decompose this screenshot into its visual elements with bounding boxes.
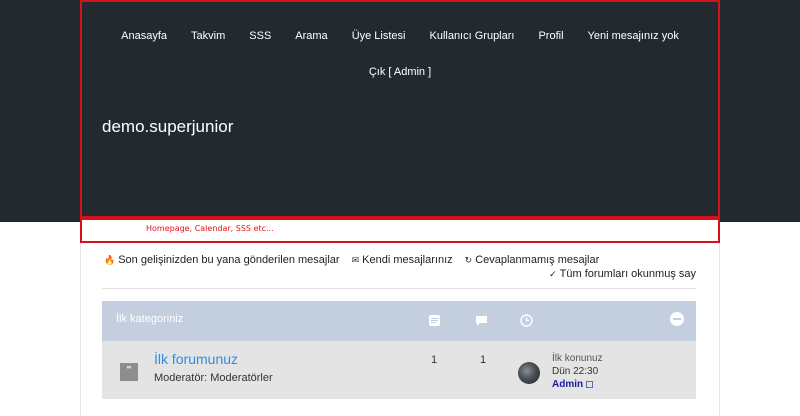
fire-icon: 🔥: [104, 255, 116, 265]
moderator-link[interactable]: Moderatörler: [210, 372, 272, 384]
forum-name[interactable]: İlk forumunuz: [154, 351, 238, 367]
category-title[interactable]: İlk kategoriniz: [116, 313, 183, 325]
own-posts-label: Kendi mesajlarınız: [362, 254, 453, 266]
own-posts-link[interactable]: ✉ Kendi mesajlarınız: [352, 254, 453, 266]
unanswered-link[interactable]: ↻ Cevaplanmamış mesajlar: [465, 254, 600, 266]
last-post-author[interactable]: Admin: [552, 379, 583, 390]
divider: [102, 288, 696, 289]
check-circle-icon: ✓: [549, 269, 557, 279]
chat-icon: ✉: [351, 255, 360, 265]
header-highlight-frame: [80, 0, 720, 218]
forum-icon: ": [120, 363, 138, 381]
new-posts-label: Son gelişinizden bu yana gönderilen mesa…: [118, 254, 340, 266]
clock-icon: [520, 314, 533, 327]
annotation-text: Homepage, Calendar, SSS etc...: [146, 224, 274, 233]
unanswered-label: Cevaplanmamış mesajlar: [475, 254, 600, 266]
last-post-time: Dün 22:30: [552, 366, 599, 377]
goto-post-icon[interactable]: [586, 380, 594, 388]
topics-icon: [429, 315, 440, 326]
refresh-icon: ↻: [464, 255, 473, 265]
avatar[interactable]: [518, 362, 540, 384]
forum-row: " İlk forumunuz Moderatör: Moderatörler …: [102, 341, 696, 399]
category-header: İlk kategoriniz: [102, 301, 696, 341]
minus-circle-icon[interactable]: [670, 312, 684, 326]
quick-links: 🔥 Son gelişinizden bu yana gönderilen mes…: [104, 254, 611, 266]
post-count: 1: [479, 354, 487, 366]
mark-all-read-label: Tüm forumları okunmuş say: [559, 268, 696, 280]
forum-moderators: Moderatör: Moderatörler: [154, 372, 273, 384]
mark-all-read-link[interactable]: ✓ Tüm forumları okunmuş say: [549, 268, 696, 280]
posts-icon: [476, 316, 487, 326]
last-topic-link[interactable]: İlk konunuz: [552, 352, 603, 365]
subnav-annotation-box: Homepage, Calendar, SSS etc...: [80, 218, 720, 243]
last-post-info: İlk konunuz Dün 22:30 Admin: [552, 352, 603, 391]
new-posts-link[interactable]: 🔥 Son gelişinizden bu yana gönderilen mes…: [104, 254, 340, 266]
topic-count: 1: [430, 354, 438, 366]
moderator-label: Moderatör:: [154, 372, 208, 384]
